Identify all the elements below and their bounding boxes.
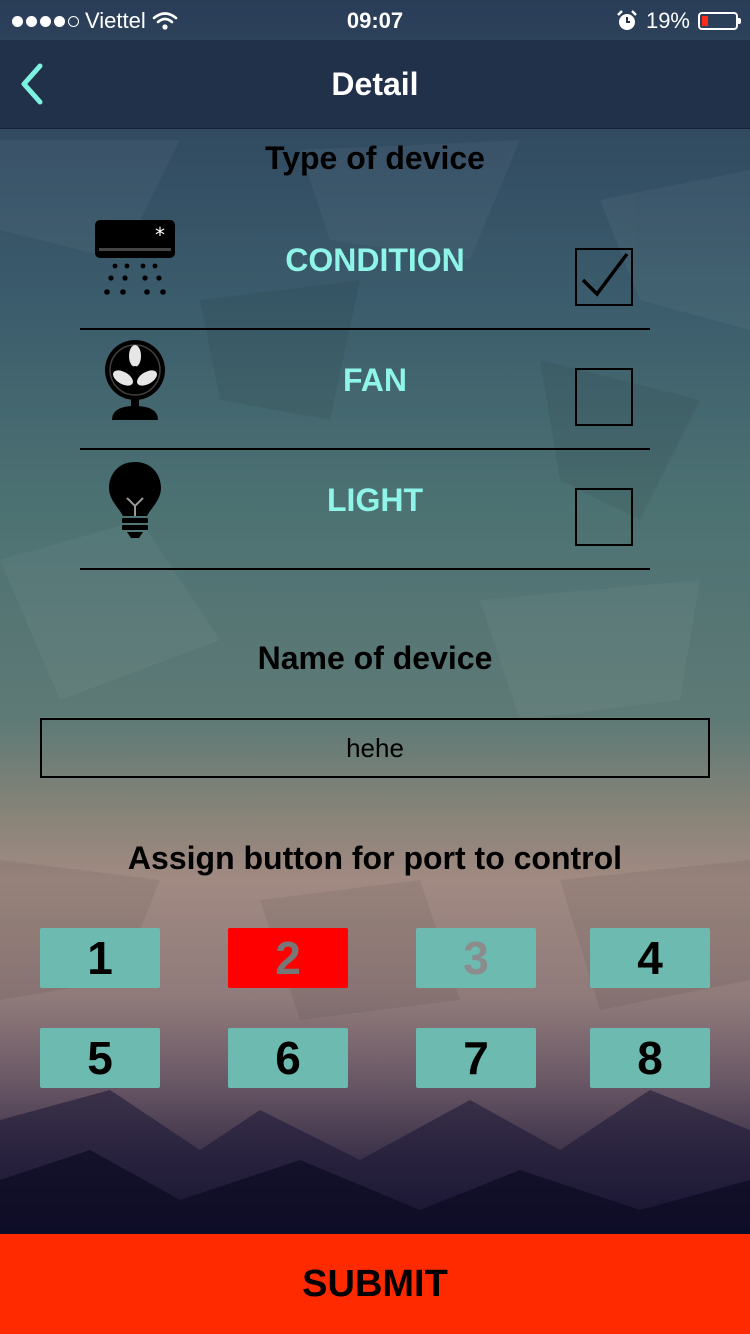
port-section-title: Assign button for port to control (127, 840, 623, 876)
checkmark-icon (581, 252, 629, 297)
device-name-input[interactable] (40, 718, 710, 778)
port-button-7[interactable]: 7 (416, 1028, 536, 1088)
battery-icon (698, 12, 741, 30)
device-type-checkbox-condition[interactable] (575, 248, 633, 306)
device-type-checkbox-fan[interactable] (575, 368, 633, 426)
submit-button[interactable]: SUBMIT (0, 1234, 750, 1334)
port-button-1[interactable]: 1 (40, 928, 160, 988)
type-section-title: Type of device (265, 140, 485, 176)
device-type-row-light[interactable]: LIGHT (80, 448, 650, 570)
alarm-icon (617, 10, 637, 30)
battery-percent: 19% (645, 8, 690, 33)
port-button-4[interactable]: 4 (590, 928, 710, 988)
nav-bar: Detail (0, 40, 750, 129)
device-type-checkbox-light[interactable] (575, 488, 633, 546)
port-button-2[interactable]: 2 (228, 928, 348, 988)
status-bar: Viettel 09:07 19% (0, 0, 750, 40)
detail-form: Type of device * CONDITION FAN LIGHT Nam… (0, 0, 750, 1334)
port-button-3[interactable]: 3 (416, 928, 536, 988)
name-section-title: Name of device (257, 640, 493, 676)
device-type-row-fan[interactable]: FAN (80, 328, 650, 450)
port-button-5[interactable]: 5 (40, 1028, 160, 1088)
port-button-6[interactable]: 6 (228, 1028, 348, 1088)
device-type-row-condition[interactable]: * CONDITION (80, 208, 650, 330)
status-right-group: 19% (616, 8, 741, 34)
page-title: Detail (331, 66, 419, 102)
port-button-8[interactable]: 8 (590, 1028, 710, 1088)
